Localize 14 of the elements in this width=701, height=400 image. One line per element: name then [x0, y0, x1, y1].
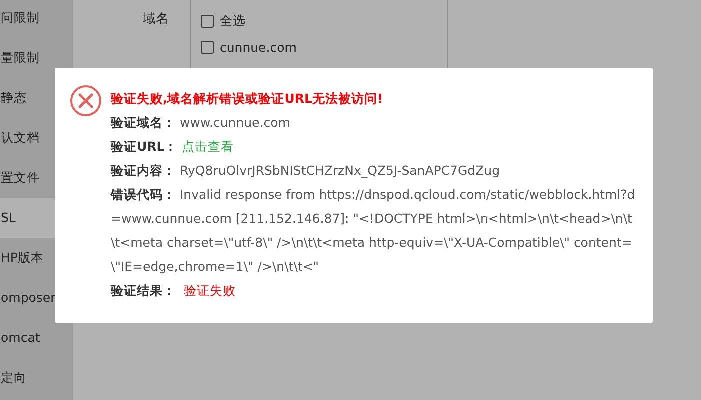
field-value: 验证失败: [184, 283, 236, 298]
error-icon: [70, 85, 102, 117]
detail-line: 错误代码： Invalid response from https://dnspod.qcloud.com/static/webblock.html?d=www.cunnue.com [211.152.146.87]: "<!DOCTYPE html>\n<html>\n\t<head>\n\t\t<meta charset=\"utf-8\" />\n\t\t<meta http-equiv=\"X-UA-Compatible\" content=\"IE=edge,chrome=1\" />\n\t\t<": [111, 186, 636, 276]
dialog-title: 验证失败,域名解析错误或验证URL无法被访问!: [111, 90, 384, 108]
detail-line: 验证域名： www.cunnue.com: [111, 114, 292, 132]
link[interactable]: 点击查看: [182, 139, 234, 154]
field-label: 验证结果：: [111, 283, 176, 298]
checkbox[interactable]: [201, 14, 214, 28]
field-label: 域名: [143, 11, 170, 28]
checkbox[interactable]: [201, 40, 214, 54]
checkbox-label: 全选: [220, 12, 246, 30]
field-label: 验证URL：: [111, 139, 178, 154]
detail-line: 验证内容： RyQ8ruOlvrJRSbNIStCHZrzNx_QZ5J-SanAPC7GdZug: [111, 162, 502, 180]
checkbox-label: cunnue.com: [220, 40, 297, 54]
